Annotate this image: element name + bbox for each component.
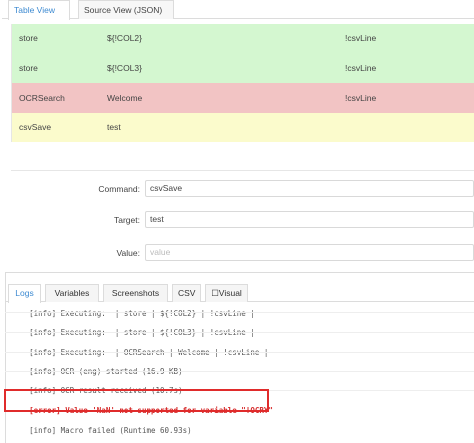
error-highlight-box xyxy=(4,389,269,412)
command-table: store ${!COL2} !csvLine store ${!COL3} !… xyxy=(11,24,474,142)
command-label: Command: xyxy=(98,184,140,194)
log-entry: [info] Macro failed (Runtime 60.93s) xyxy=(11,416,192,443)
log-separator xyxy=(5,312,474,313)
row-value: !csvLine xyxy=(345,33,377,43)
table-row[interactable]: store ${!COL3} !csvLine xyxy=(12,53,474,83)
table-row[interactable]: OCRSearch Welcome !csvLine xyxy=(12,83,474,113)
value-input[interactable]: value xyxy=(145,244,474,261)
view-tabs: Table View Source View (JSON) xyxy=(2,0,474,20)
row-command: store xyxy=(19,63,38,73)
tab-variables[interactable]: Variables xyxy=(45,284,99,302)
log-text: Macro failed (Runtime 60.93s) xyxy=(60,426,192,435)
tab-logs[interactable]: Logs xyxy=(8,284,41,303)
log-tag: [info] xyxy=(29,309,57,318)
tab-source-view[interactable]: Source View (JSON) xyxy=(78,0,174,19)
row-target: ${!COL2} xyxy=(107,33,142,43)
target-input[interactable]: test xyxy=(145,211,474,228)
row-command: OCRSearch xyxy=(19,93,65,103)
target-label: Target: xyxy=(114,215,140,225)
tab-csv[interactable]: CSV xyxy=(172,284,201,302)
tab-screenshots[interactable]: Screenshots xyxy=(103,284,168,302)
row-target: Welcome xyxy=(107,93,143,103)
row-command: store xyxy=(19,33,38,43)
log-tag: [info] xyxy=(29,426,57,435)
row-target: test xyxy=(107,122,121,132)
row-target: ${!COL3} xyxy=(107,63,142,73)
table-row-selected[interactable]: csvSave test xyxy=(12,113,474,142)
editor-divider xyxy=(11,170,474,171)
log-separator xyxy=(5,352,474,353)
row-value: !csvLine xyxy=(345,63,377,73)
value-label: Value: xyxy=(116,248,140,258)
row-value: !csvLine xyxy=(345,93,377,103)
tab-table-view[interactable]: Table View xyxy=(8,0,70,20)
log-text: Executing: | store | ${!COL2} | !csvLine… xyxy=(60,309,255,318)
output-tabs: Logs Variables Screenshots CSV ☐Visual xyxy=(5,284,474,303)
tab-visual[interactable]: ☐Visual xyxy=(205,284,248,302)
table-row[interactable]: store ${!COL2} !csvLine xyxy=(12,24,474,53)
log-separator xyxy=(5,371,474,372)
command-input[interactable]: csvSave xyxy=(145,180,474,197)
log-list[interactable]: [info] Executing: | store | ${!COL2} | !… xyxy=(5,302,474,443)
row-command: csvSave xyxy=(19,122,52,132)
log-separator xyxy=(5,332,474,333)
